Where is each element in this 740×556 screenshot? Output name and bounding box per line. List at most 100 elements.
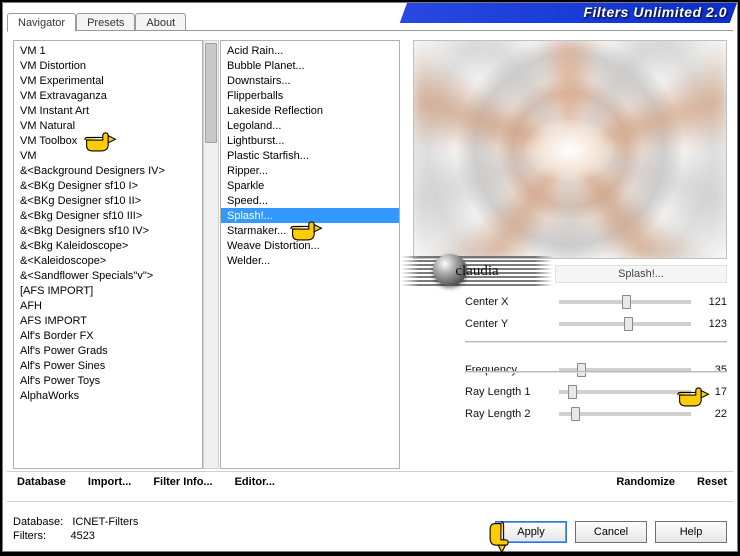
filter-item[interactable]: Legoland...	[221, 118, 399, 133]
param-label: Center Y	[465, 318, 555, 330]
tab-label: Presets	[87, 17, 124, 29]
slider-thumb[interactable]	[577, 363, 586, 377]
preview-center	[525, 120, 615, 180]
category-scrollbar[interactable]	[203, 40, 219, 469]
category-item[interactable]: Alf's Power Sines	[14, 358, 202, 373]
category-item[interactable]: AFS IMPORT	[14, 313, 202, 328]
category-item[interactable]: &<Sandflower Specials"v">	[14, 268, 202, 283]
param-separator	[465, 341, 727, 343]
category-item[interactable]: VM 1	[14, 43, 202, 58]
slider-thumb[interactable]	[622, 295, 631, 309]
category-item[interactable]: &<Background Designers IV>	[14, 163, 202, 178]
category-item[interactable]: Alf's Power Grads	[14, 343, 202, 358]
category-list[interactable]: VM 1VM DistortionVM ExperimentalVM Extra…	[13, 40, 203, 469]
param-slider[interactable]	[559, 390, 691, 394]
watermark-text: claudia	[401, 263, 553, 280]
category-item[interactable]: VM Experimental	[14, 73, 202, 88]
window-frame: Filters Unlimited 2.0 Navigator Presets …	[2, 2, 738, 552]
param-slider[interactable]	[559, 322, 691, 326]
slider-thumb[interactable]	[571, 407, 580, 421]
parameters-panel: Center X 121 Center Y 123 Frequency 35 Ray Len…	[465, 291, 727, 469]
status-filters-label: Filters:	[13, 530, 46, 542]
cancel-button[interactable]: Cancel	[575, 521, 647, 543]
category-item[interactable]: &<Kaleidoscope>	[14, 253, 202, 268]
status-filters-value: 4523	[70, 530, 94, 542]
param-value: 22	[695, 408, 727, 420]
category-item[interactable]: VM Extravaganza	[14, 88, 202, 103]
param-value: 35	[695, 364, 727, 376]
param-row: Center X 121	[465, 291, 727, 313]
param-row: Center Y 123	[465, 313, 727, 335]
button-label: Help	[680, 526, 703, 538]
editor-button[interactable]: Editor...	[235, 476, 275, 488]
tab-label: Navigator	[18, 17, 65, 29]
filter-item[interactable]: Lakeside Reflection	[221, 103, 399, 118]
filter-item[interactable]: Plastic Starfish...	[221, 148, 399, 163]
app-title: Filters Unlimited 2.0	[583, 4, 727, 20]
category-item[interactable]: VM Natural	[14, 118, 202, 133]
param-label: Frequency	[465, 364, 555, 376]
separator	[7, 471, 733, 473]
filter-item[interactable]: Bubble Planet...	[221, 58, 399, 73]
category-item[interactable]: &<BKg Designer sf10 II>	[14, 193, 202, 208]
slider-thumb[interactable]	[624, 317, 633, 331]
tab-navigator[interactable]: Navigator	[7, 13, 76, 32]
param-label: Ray Length 1	[465, 386, 555, 398]
category-item[interactable]: &<Bkg Designers sf10 IV>	[14, 223, 202, 238]
button-label: Apply	[517, 526, 545, 538]
apply-button[interactable]: Apply	[495, 521, 567, 543]
category-item[interactable]: Alf's Power Toys	[14, 373, 202, 388]
param-label: Center X	[465, 296, 555, 308]
category-item[interactable]: &<Bkg Kaleidoscope>	[14, 238, 202, 253]
filter-info-button[interactable]: Filter Info...	[153, 476, 212, 488]
param-separator	[465, 371, 727, 373]
status-database-label: Database:	[13, 516, 63, 528]
filter-item[interactable]: Ripper...	[221, 163, 399, 178]
dialog-buttons: Apply Cancel Help	[495, 521, 727, 543]
help-button[interactable]: Help	[655, 521, 727, 543]
database-button[interactable]: Database	[17, 476, 66, 488]
tab-presets[interactable]: Presets	[76, 13, 135, 31]
tab-label: About	[146, 17, 175, 29]
category-item[interactable]: VM Toolbox	[14, 133, 202, 148]
param-label: Ray Length 2	[465, 408, 555, 420]
filter-item[interactable]: Starmaker...	[221, 223, 399, 238]
filter-item[interactable]: Flipperballs	[221, 88, 399, 103]
preview-panel	[413, 40, 727, 259]
category-item[interactable]: AFH	[14, 298, 202, 313]
filter-item[interactable]: Splash!...	[221, 208, 399, 223]
category-item[interactable]: AlphaWorks	[14, 388, 202, 403]
status-bar: Database: ICNET-Filters Filters: 4523	[13, 515, 138, 543]
separator	[7, 501, 733, 503]
filter-item[interactable]: Downstairs...	[221, 73, 399, 88]
category-item[interactable]: [AFS IMPORT]	[14, 283, 202, 298]
category-item[interactable]: &<Bkg Designer sf10 III>	[14, 208, 202, 223]
tab-underline	[7, 30, 733, 31]
scrollbar-thumb[interactable]	[205, 43, 217, 143]
current-filter-name: Splash!...	[555, 265, 727, 283]
slider-thumb[interactable]	[568, 385, 577, 399]
category-item[interactable]: VM	[14, 148, 202, 163]
param-slider[interactable]	[559, 300, 691, 304]
tab-about[interactable]: About	[135, 13, 186, 31]
watermark-lines	[401, 256, 553, 286]
randomize-button[interactable]: Randomize	[616, 476, 675, 488]
category-item[interactable]: &<BKg Designer sf10 I>	[14, 178, 202, 193]
category-item[interactable]: VM Distortion	[14, 58, 202, 73]
param-value: 121	[695, 296, 727, 308]
filter-list[interactable]: Acid Rain...Bubble Planet...Downstairs..…	[220, 40, 400, 469]
param-row: Frequency 35	[465, 359, 727, 381]
category-item[interactable]: Alf's Border FX	[14, 328, 202, 343]
filter-item[interactable]: Speed...	[221, 193, 399, 208]
reset-button[interactable]: Reset	[697, 476, 727, 488]
filter-item[interactable]: Acid Rain...	[221, 43, 399, 58]
filter-item[interactable]: Welder...	[221, 253, 399, 268]
filter-item[interactable]: Weave Distortion...	[221, 238, 399, 253]
import-button[interactable]: Import...	[88, 476, 131, 488]
toolbar: Database Import... Filter Info... Editor…	[17, 471, 727, 493]
param-value: 123	[695, 318, 727, 330]
filter-item[interactable]: Lightburst...	[221, 133, 399, 148]
category-item[interactable]: VM Instant Art	[14, 103, 202, 118]
filter-item[interactable]: Sparkle	[221, 178, 399, 193]
param-slider[interactable]	[559, 412, 691, 416]
